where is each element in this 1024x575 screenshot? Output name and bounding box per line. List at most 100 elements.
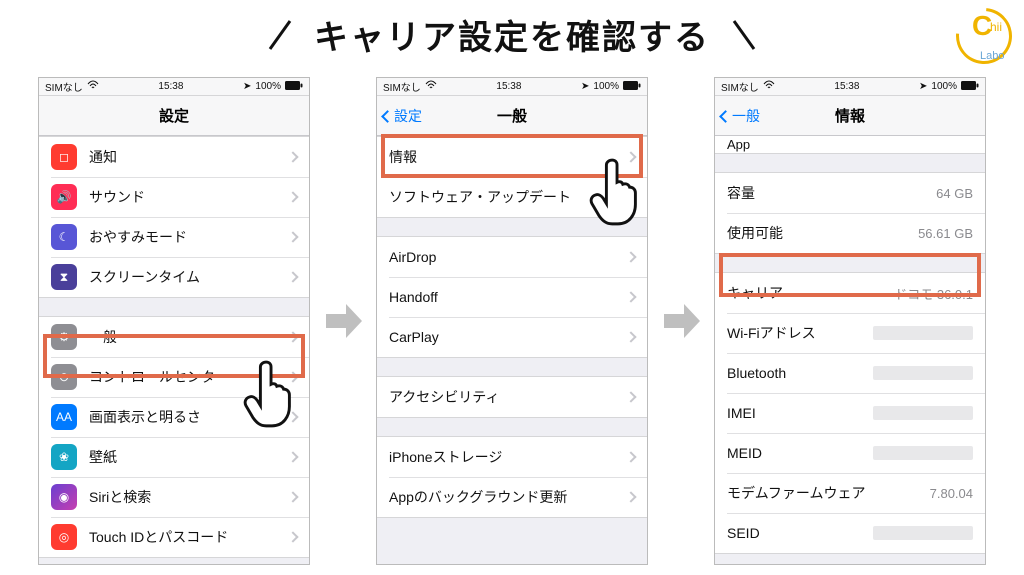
row-label: 容量 xyxy=(727,183,936,203)
redacted-value xyxy=(873,406,973,420)
redacted-value xyxy=(873,366,973,380)
nav-title: 設定 xyxy=(159,105,189,126)
list-item[interactable]: Handoff xyxy=(377,277,647,317)
redacted-value xyxy=(873,326,973,340)
battery-percent: 100% xyxy=(931,81,957,92)
nav-bar: 設定 xyxy=(39,96,309,136)
chevron-right-icon xyxy=(287,451,298,462)
list-item[interactable]: モデムファームウェア7.80.04 xyxy=(715,473,985,513)
phone-about: SIMなし 15:38 ➤ 100% 一般 情報 App 容量64 GB使用可能… xyxy=(714,77,986,565)
status-bar: SIMなし 15:38 ➤ 100% xyxy=(39,78,309,96)
clock: 15:38 xyxy=(158,81,183,92)
chevron-right-icon xyxy=(625,391,636,402)
chevron-right-icon xyxy=(287,491,298,502)
wifi-icon xyxy=(87,80,99,93)
chevron-right-icon xyxy=(287,151,298,162)
list-item[interactable]: App xyxy=(715,136,985,154)
location-icon: ➤ xyxy=(581,81,589,92)
phone-settings: SIMなし 15:38 ➤ 100% 設定 ◻通知🔊サウンド ☾ おやすみモード ⧗ ス… xyxy=(38,77,310,565)
list-item[interactable]: ☾ おやすみモード xyxy=(39,217,309,257)
app-icon: ❀ xyxy=(51,444,77,470)
sim-status: SIMなし xyxy=(45,79,83,94)
phone-general: SIMなし 15:38 ➤ 100% 設定 一般 情報ソフトウェア・アップデート… xyxy=(376,77,648,565)
nav-title: 一般 xyxy=(497,105,527,126)
arrow-right-icon xyxy=(660,300,702,342)
row-label: App xyxy=(727,137,750,152)
app-icon: ◎ xyxy=(51,524,77,550)
list-item[interactable]: SEID xyxy=(715,513,985,553)
chevron-right-icon xyxy=(287,531,298,542)
row-label: 壁紙 xyxy=(89,447,281,467)
list-item[interactable]: 容量64 GB xyxy=(715,173,985,213)
chevron-right-icon xyxy=(625,291,636,302)
row-label: スクリーンタイム xyxy=(89,267,281,287)
clock: 15:38 xyxy=(496,81,521,92)
status-bar: SIMなし 15:38 ➤ 100% xyxy=(715,78,985,96)
list-item[interactable]: キャリアドコモ 36.0.1 xyxy=(715,273,985,313)
row-label: Handoff xyxy=(389,289,619,305)
chevron-right-icon xyxy=(625,451,636,462)
sim-status: SIMなし xyxy=(721,79,759,94)
list-item[interactable]: ⚙一般 xyxy=(39,317,309,357)
nav-bar: 一般 情報 xyxy=(715,96,985,136)
list-item[interactable]: MEID xyxy=(715,433,985,473)
list-item[interactable]: Wi-Fiアドレス xyxy=(715,313,985,353)
list-item[interactable]: ◻通知 xyxy=(39,137,309,177)
row-value: 7.80.04 xyxy=(930,486,973,501)
list-item[interactable]: ◉Siriと検索 xyxy=(39,477,309,517)
chevron-right-icon xyxy=(287,331,298,342)
chevron-right-icon xyxy=(625,331,636,342)
list-item[interactable]: Bluetooth xyxy=(715,353,985,393)
row-label: MEID xyxy=(727,445,873,461)
app-icon: 🔊 xyxy=(51,184,77,210)
battery-percent: 100% xyxy=(255,81,281,92)
nav-back-label: 一般 xyxy=(732,106,760,126)
list-item[interactable]: アクセシビリティ xyxy=(377,377,647,417)
chevron-left-icon xyxy=(381,110,394,123)
app-icon: ⧗ xyxy=(51,264,77,290)
row-label: Wi-Fiアドレス xyxy=(727,323,873,343)
row-label: キャリア xyxy=(727,283,894,303)
battery-icon xyxy=(961,81,979,93)
pointing-hand-icon xyxy=(243,358,301,428)
page-title: キャリア設定を確認する xyxy=(314,10,710,59)
row-label: モデムファームウェア xyxy=(727,483,930,503)
app-icon: ⊙ xyxy=(51,364,77,390)
sim-status: SIMなし xyxy=(383,79,421,94)
list-item[interactable]: Appのバックグラウンド更新 xyxy=(377,477,647,517)
brand-logo: C hii Labo xyxy=(954,6,1014,66)
row-label: 使用可能 xyxy=(727,223,918,243)
row-label: Siriと検索 xyxy=(89,487,281,507)
row-label: iPhoneストレージ xyxy=(389,447,619,467)
chevron-right-icon xyxy=(287,271,298,282)
slash-left-icon xyxy=(260,17,296,53)
list-item[interactable]: AirDrop xyxy=(377,237,647,277)
row-label: ソフトウェア・アップデート xyxy=(389,187,619,207)
chevron-right-icon xyxy=(287,231,298,242)
battery-icon xyxy=(285,81,303,93)
list-item[interactable]: ⧗ スクリーンタイム xyxy=(39,257,309,297)
row-label: AirDrop xyxy=(389,249,619,265)
list-item[interactable]: CarPlay xyxy=(377,317,647,357)
row-value: 56.61 GB xyxy=(918,226,973,241)
nav-bar: 設定 一般 xyxy=(377,96,647,136)
list-item[interactable]: ◎Touch IDとパスコード xyxy=(39,517,309,557)
status-bar: SIMなし 15:38 ➤ 100% xyxy=(377,78,647,96)
row-label: アクセシビリティ xyxy=(389,387,619,407)
list-item[interactable]: iPhoneストレージ xyxy=(377,437,647,477)
row-label: Appのバックグラウンド更新 xyxy=(389,487,619,507)
row-label: IMEI xyxy=(727,405,873,421)
row-label: 情報 xyxy=(389,147,619,167)
row-value: ドコモ 36.0.1 xyxy=(894,284,973,303)
list-item[interactable]: 🔊サウンド xyxy=(39,177,309,217)
row-label: Bluetooth xyxy=(727,365,873,381)
list-item[interactable]: 使用可能56.61 GB xyxy=(715,213,985,253)
nav-back-button[interactable]: 一般 xyxy=(721,96,760,136)
clock: 15:38 xyxy=(834,81,859,92)
row-label: おやすみモード xyxy=(89,227,281,247)
nav-title: 情報 xyxy=(835,105,865,126)
app-icon: ☾ xyxy=(51,224,77,250)
nav-back-button[interactable]: 設定 xyxy=(383,96,422,136)
list-item[interactable]: ❀ 壁紙 xyxy=(39,437,309,477)
list-item[interactable]: IMEI xyxy=(715,393,985,433)
